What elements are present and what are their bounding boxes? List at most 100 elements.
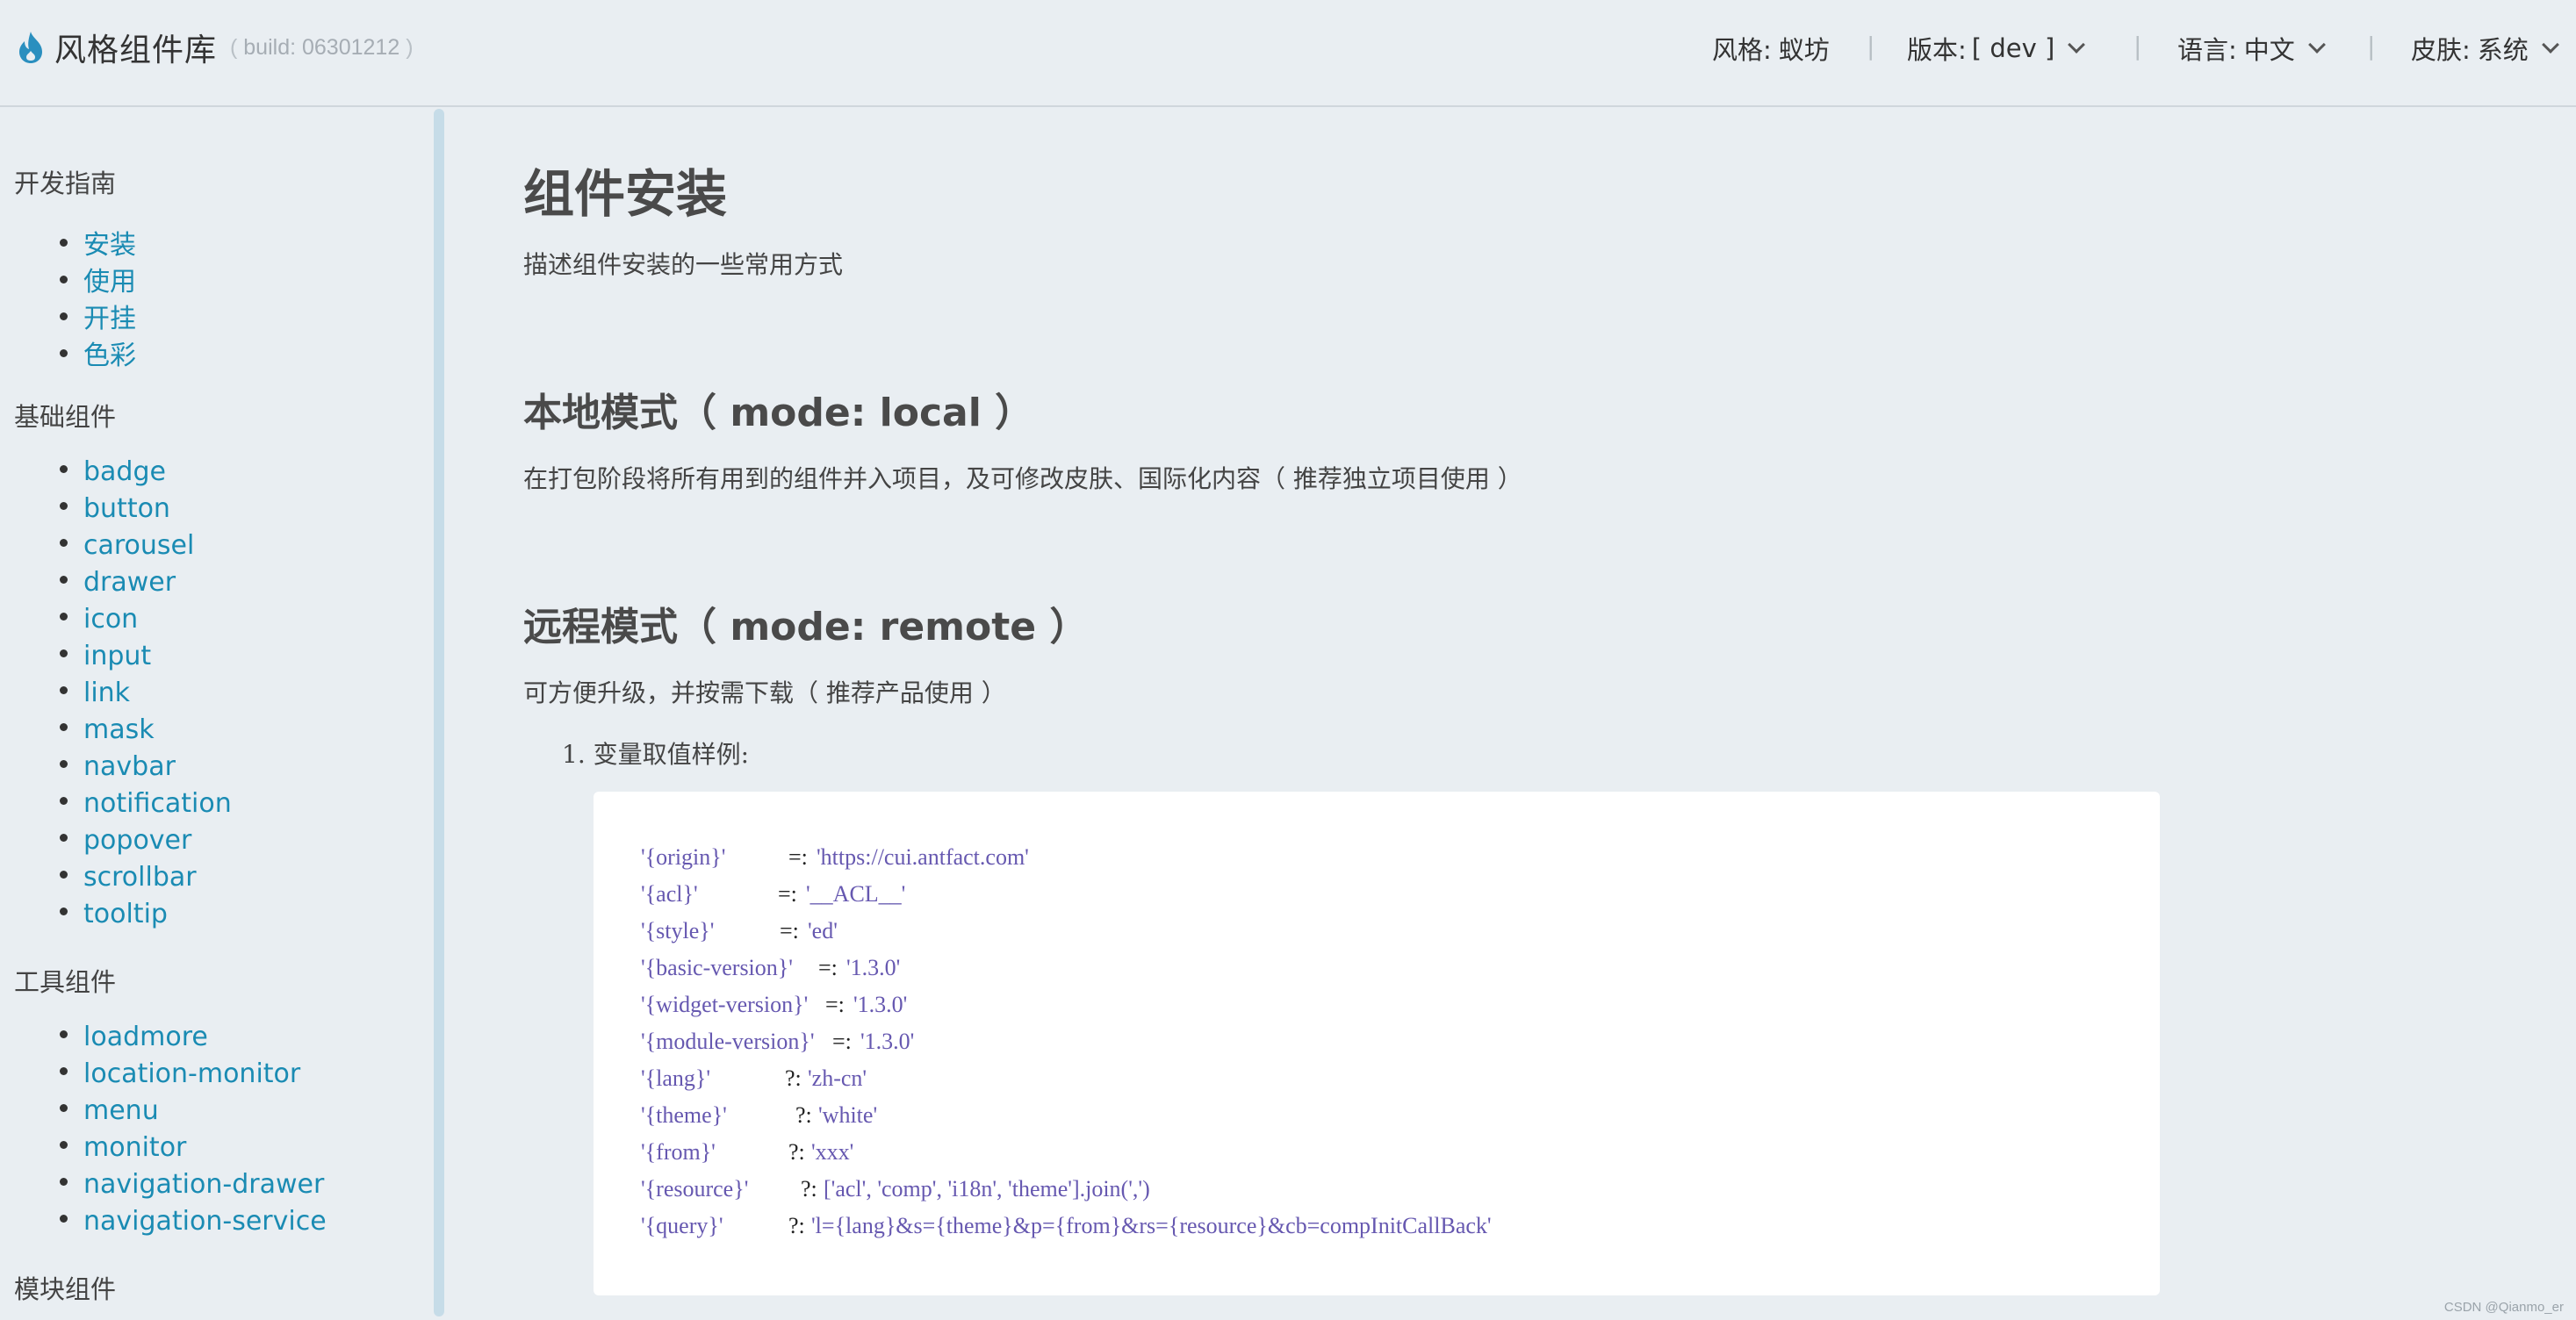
- sidebar-item-color[interactable]: 色彩: [60, 334, 136, 372]
- style-selector[interactable]: 风格: 蚁坊: [1712, 30, 1830, 67]
- bullet-icon: [60, 760, 68, 768]
- sidebar-item-menu[interactable]: menu: [60, 1095, 159, 1126]
- style-label: 风格:: [1712, 35, 1772, 65]
- code-operator: =:: [788, 844, 808, 870]
- sidebar-item-navbar[interactable]: navbar: [60, 751, 176, 782]
- bullet-icon: [60, 834, 68, 842]
- sidebar-item-label: 安装: [83, 230, 136, 261]
- version-selector[interactable]: 版本: [ dev ]: [1907, 30, 2086, 67]
- sidebar-item-label: notification: [83, 788, 232, 819]
- code-line: '{style}' =: 'ed': [641, 918, 838, 944]
- bullet-icon: [60, 797, 68, 805]
- sidebar-item-mask[interactable]: mask: [60, 714, 155, 745]
- code-value: 'zh-cn': [808, 1065, 867, 1091]
- sidebar-item-navigation-service[interactable]: navigation-service: [60, 1206, 327, 1237]
- sidebar-item-label: monitor: [83, 1132, 187, 1163]
- code-line: '{resource}'?: ['acl', 'comp', 'i18n', 't…: [641, 1176, 1150, 1202]
- bullet-icon: [60, 723, 68, 731]
- sidebar-scrollbar[interactable]: [434, 109, 444, 1316]
- language-selector[interactable]: 语言: 中文: [2177, 30, 2326, 67]
- bullet-icon: [60, 1141, 68, 1149]
- code-line: '{origin}' =: 'https://cui.antfact.com': [641, 844, 1029, 871]
- skin-value: 系统: [2477, 35, 2529, 65]
- sidebar-item-label: badge: [83, 456, 166, 487]
- sidebar-item-label: 使用: [83, 267, 136, 298]
- sidebar-item-popover[interactable]: popover: [60, 825, 191, 856]
- sidebar-item-install[interactable]: 安装: [60, 223, 136, 262]
- code-value: '1.3.0': [846, 955, 901, 980]
- sidebar-item-navigation-drawer[interactable]: navigation-drawer: [60, 1169, 324, 1200]
- section-desc-local: 在打包阶段将所有用到的组件并入项目，及可修改皮肤、国际化内容（ 推荐独立项目使用…: [523, 464, 1522, 493]
- bullet-icon: [60, 649, 68, 657]
- code-key: '{origin}': [641, 844, 726, 870]
- header-separator: |: [1867, 32, 1875, 61]
- code-key: '{query}': [641, 1213, 723, 1238]
- sidebar-item-button[interactable]: button: [60, 493, 170, 524]
- code-line: '{theme}'?:'white': [641, 1102, 877, 1129]
- sidebar-item-loadmore[interactable]: loadmore: [60, 1022, 208, 1052]
- sidebar-item-drawer[interactable]: drawer: [60, 567, 176, 598]
- sidebar-item-label: scrollbar: [83, 862, 197, 893]
- sidebar-item-scrollbar[interactable]: scrollbar: [60, 862, 197, 893]
- bullet-icon: [60, 1030, 68, 1038]
- sidebar-item-location-monitor[interactable]: location-monitor: [60, 1058, 300, 1089]
- sidebar-item-label: drawer: [83, 567, 176, 598]
- code-key: '{resource}': [641, 1176, 749, 1202]
- version-label: 版本:: [1907, 35, 1967, 65]
- code-operator: =:: [780, 918, 799, 943]
- lang-label: 语言:: [2177, 35, 2237, 65]
- code-operator: ?:: [801, 1176, 817, 1202]
- code-operator: ?:: [788, 1213, 805, 1238]
- code-operator: =:: [825, 992, 845, 1017]
- section-desc-remote: 可方便升级，并按需下载（ 推荐产品使用 ）: [523, 678, 1006, 707]
- build-close-paren: ): [406, 35, 414, 60]
- bullet-icon: [60, 465, 68, 473]
- chevron-down-icon: [2068, 36, 2086, 54]
- bullet-icon: [60, 686, 68, 694]
- code-key: '{module-version}': [641, 1029, 815, 1054]
- sidebar-item-label: mask: [83, 714, 155, 745]
- code-key: '{basic-version}': [641, 955, 793, 980]
- code-key: '{style}': [641, 918, 715, 943]
- sidebar-item-link[interactable]: link: [60, 678, 130, 708]
- bullet-icon: [60, 539, 68, 547]
- code-value: 'https://cui.antfact.com': [817, 844, 1029, 870]
- bullet-icon: [60, 1104, 68, 1112]
- sidebar-item-label: navigation-drawer: [83, 1169, 325, 1200]
- sidebar-item-icon[interactable]: icon: [60, 604, 138, 635]
- code-value: '1.3.0': [853, 992, 908, 1017]
- sidebar-item-badge[interactable]: badge: [60, 456, 166, 487]
- top-header: 风格组件库 ( build: 06301212 ) 风格: 蚁坊 | 版本: […: [0, 0, 2576, 107]
- sidebar-item-label: menu: [83, 1095, 159, 1126]
- code-value: 'xxx': [811, 1139, 854, 1165]
- sidebar-item-usage[interactable]: 使用: [60, 260, 136, 298]
- skin-selector[interactable]: 皮肤: 系统: [2411, 30, 2559, 67]
- bullet-icon: [60, 613, 68, 621]
- style-value: 蚁坊: [1778, 35, 1830, 65]
- code-key: '{theme}': [641, 1102, 727, 1128]
- sidebar-item-tooltip[interactable]: tooltip: [60, 899, 168, 929]
- code-line: '{lang}'?:'zh-cn': [641, 1065, 867, 1092]
- bullet-icon: [60, 276, 68, 283]
- code-line: '{module-version}' =: '1.3.0': [641, 1029, 914, 1055]
- header-separator: |: [2367, 32, 2376, 61]
- sidebar-item-label: link: [83, 678, 131, 708]
- sidebar-section-title: 基础组件: [14, 402, 117, 432]
- sidebar-item-carousel[interactable]: carousel: [60, 530, 194, 561]
- version-value: [ dev ]: [1971, 33, 2055, 63]
- code-operator: ?:: [785, 1065, 802, 1091]
- sidebar-item-notification[interactable]: notification: [60, 788, 232, 819]
- sidebar-item-input[interactable]: input: [60, 641, 151, 671]
- list-item: 1. 变量取值样例:: [562, 740, 750, 769]
- sidebar-item-cheat[interactable]: 开挂: [60, 297, 136, 335]
- sidebar-item-monitor[interactable]: monitor: [60, 1132, 186, 1163]
- code-operator: ?:: [795, 1102, 812, 1128]
- code-operator: =:: [832, 1029, 852, 1054]
- code-line: '{query}'?:'l={lang}&s={theme}&p={from}&…: [641, 1213, 1492, 1239]
- bullet-icon: [60, 576, 68, 584]
- flame-icon[interactable]: [16, 30, 46, 65]
- app-title[interactable]: 风格组件库: [54, 25, 217, 70]
- code-value: 'ed': [808, 918, 838, 943]
- bullet-icon: [60, 239, 68, 247]
- build-label: ( build: 06301212 ): [230, 35, 414, 61]
